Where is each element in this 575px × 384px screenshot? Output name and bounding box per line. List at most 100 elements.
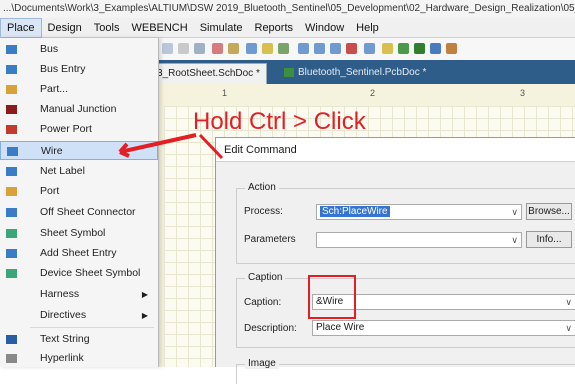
off-sheet-connector-icon [6,208,17,217]
dialog-title: Edit Command [216,138,575,162]
toolbar-icon[interactable] [314,43,325,54]
tab-pcb-label: Bluetooth_Sentinel.PcbDoc * [298,67,427,78]
toolbar-icon[interactable] [298,43,309,54]
menu-reports[interactable]: Reports [249,18,300,38]
power-port-icon [6,125,17,134]
process-field[interactable]: Sch:PlaceWire ∨ [316,204,522,220]
menu-item-label: Power Port [40,123,92,135]
menu-item-port[interactable]: Port [0,182,158,201]
image-group-label: Image [245,358,279,369]
menu-item-device-sheet-symbol[interactable]: Device Sheet Symbol [0,264,158,283]
toolbar-icon[interactable] [246,43,257,54]
menu-item-bus[interactable]: Bus [0,40,158,59]
tab-pcb[interactable]: Bluetooth_Sentinel.PcbDoc * [278,63,432,83]
menu-simulate[interactable]: Simulate [194,18,249,38]
menu-item-part[interactable]: Part... [0,80,158,99]
parameters-field[interactable]: ∨ [316,232,522,248]
menu-item-power-port[interactable]: Power Port [0,120,158,139]
description-label: Description: [244,323,297,334]
toolbar-icon[interactable] [382,43,393,54]
process-value: Sch:PlaceWire [320,206,390,217]
menu-item-directives[interactable]: Directives ▶ [0,306,158,325]
image-group: Image [236,358,575,384]
port-icon [6,187,17,196]
submenu-arrow-icon: ▶ [141,290,148,299]
toolbar-icon[interactable] [228,43,239,54]
tab-schematic[interactable]: 3_RootSheet.SchDoc * [150,63,267,85]
menu-separator [30,327,154,328]
toolbar-icon[interactable] [414,43,425,54]
menubar: Place Design Tools WEBENCH Simulate Reports Wi… [0,18,575,38]
junction-icon [6,105,17,114]
menu-item-harness[interactable]: Harness ▶ [0,285,158,304]
hyperlink-icon [6,354,17,363]
toolbar [150,38,575,61]
toolbar-icon[interactable] [430,43,441,54]
toolbar-icon[interactable] [364,43,375,54]
toolbar-icon[interactable] [398,43,409,54]
toolbar-icon[interactable] [346,43,357,54]
menu-item-add-sheet-entry[interactable]: Add Sheet Entry [0,244,158,263]
menu-item-label: Bus Entry [40,63,86,75]
menu-item-label: Add Sheet Entry [40,247,117,259]
menu-design[interactable]: Design [42,18,88,38]
caption-group: Caption [236,272,575,348]
menu-item-wire[interactable]: Wire [0,141,158,160]
pcb-doc-icon [284,67,294,77]
toolbar-icon[interactable] [330,43,341,54]
ruler-mark: 3 [520,88,526,98]
action-group-label: Action [245,182,279,193]
menu-item-hyperlink[interactable]: Hyperlink [0,349,158,368]
horizontal-ruler: 1 2 3 [150,84,575,107]
part-icon [6,85,17,94]
instruction-annotation: Hold Ctrl > Click [193,108,366,135]
document-tabs: 3_RootSheet.SchDoc * Bluetooth_Sentinel.… [150,60,575,85]
menu-item-label: Device Sheet Symbol [40,267,141,279]
menu-item-label: Harness [40,288,80,300]
wire-icon [7,147,18,156]
place-menu: Bus Bus Entry Part... Manual Junction Po… [0,38,159,367]
menu-item-sheet-symbol[interactable]: Sheet Symbol [0,224,158,243]
menu-item-label: Port [40,185,60,197]
toolbar-icon[interactable] [178,43,189,54]
menu-tools[interactable]: Tools [88,18,126,38]
ruler-mark: 1 [222,88,228,98]
menu-item-label: Directives [40,309,87,321]
menu-window[interactable]: Window [299,18,350,38]
net-label-icon [6,167,17,176]
toolbar-icon[interactable] [278,43,289,54]
menu-item-bus-entry[interactable]: Bus Entry [0,60,158,79]
text-string-icon [6,335,17,344]
menu-item-net-label[interactable]: Net Label [0,162,158,181]
chevron-down-icon[interactable]: ∨ [565,295,572,309]
menu-item-label: Bus [40,43,59,55]
menu-webench[interactable]: WEBENCH [125,18,193,38]
menu-item-off-sheet-connector[interactable]: Off Sheet Connector [0,203,158,222]
menu-item-manual-junction[interactable]: Manual Junction [0,100,158,119]
chevron-down-icon[interactable]: ∨ [511,205,518,219]
menu-help[interactable]: Help [350,18,385,38]
menu-item-label: Part... [40,83,69,95]
toolbar-icon[interactable] [262,43,273,54]
menu-item-label: Sheet Symbol [40,227,106,239]
description-field[interactable]: Place Wire ∨ [312,320,575,336]
toolbar-icon[interactable] [194,43,205,54]
info-button[interactable]: Info... [526,231,572,248]
chevron-down-icon[interactable]: ∨ [565,321,572,335]
caption-group-label: Caption [245,272,286,283]
toolbar-icon[interactable] [212,43,223,54]
toolbar-icon[interactable] [162,43,173,54]
menu-item-label: Wire [41,145,63,157]
description-value: Place Wire [316,322,365,333]
chevron-down-icon[interactable]: ∨ [511,233,518,247]
toolbar-icon[interactable] [446,43,457,54]
action-group: Action [236,182,575,264]
browse-button[interactable]: Browse... [526,203,572,220]
process-label: Process: [244,206,283,217]
menu-place[interactable]: Place [0,18,42,38]
sheet-entry-icon [6,249,17,258]
menu-item-text-string[interactable]: Text String [0,330,158,349]
window-path-bar: ...\Documents\Work\3_Examples\ALTIUM\DSW… [0,0,575,18]
bus-icon [6,45,17,54]
menu-item-label: Manual Junction [40,103,117,115]
